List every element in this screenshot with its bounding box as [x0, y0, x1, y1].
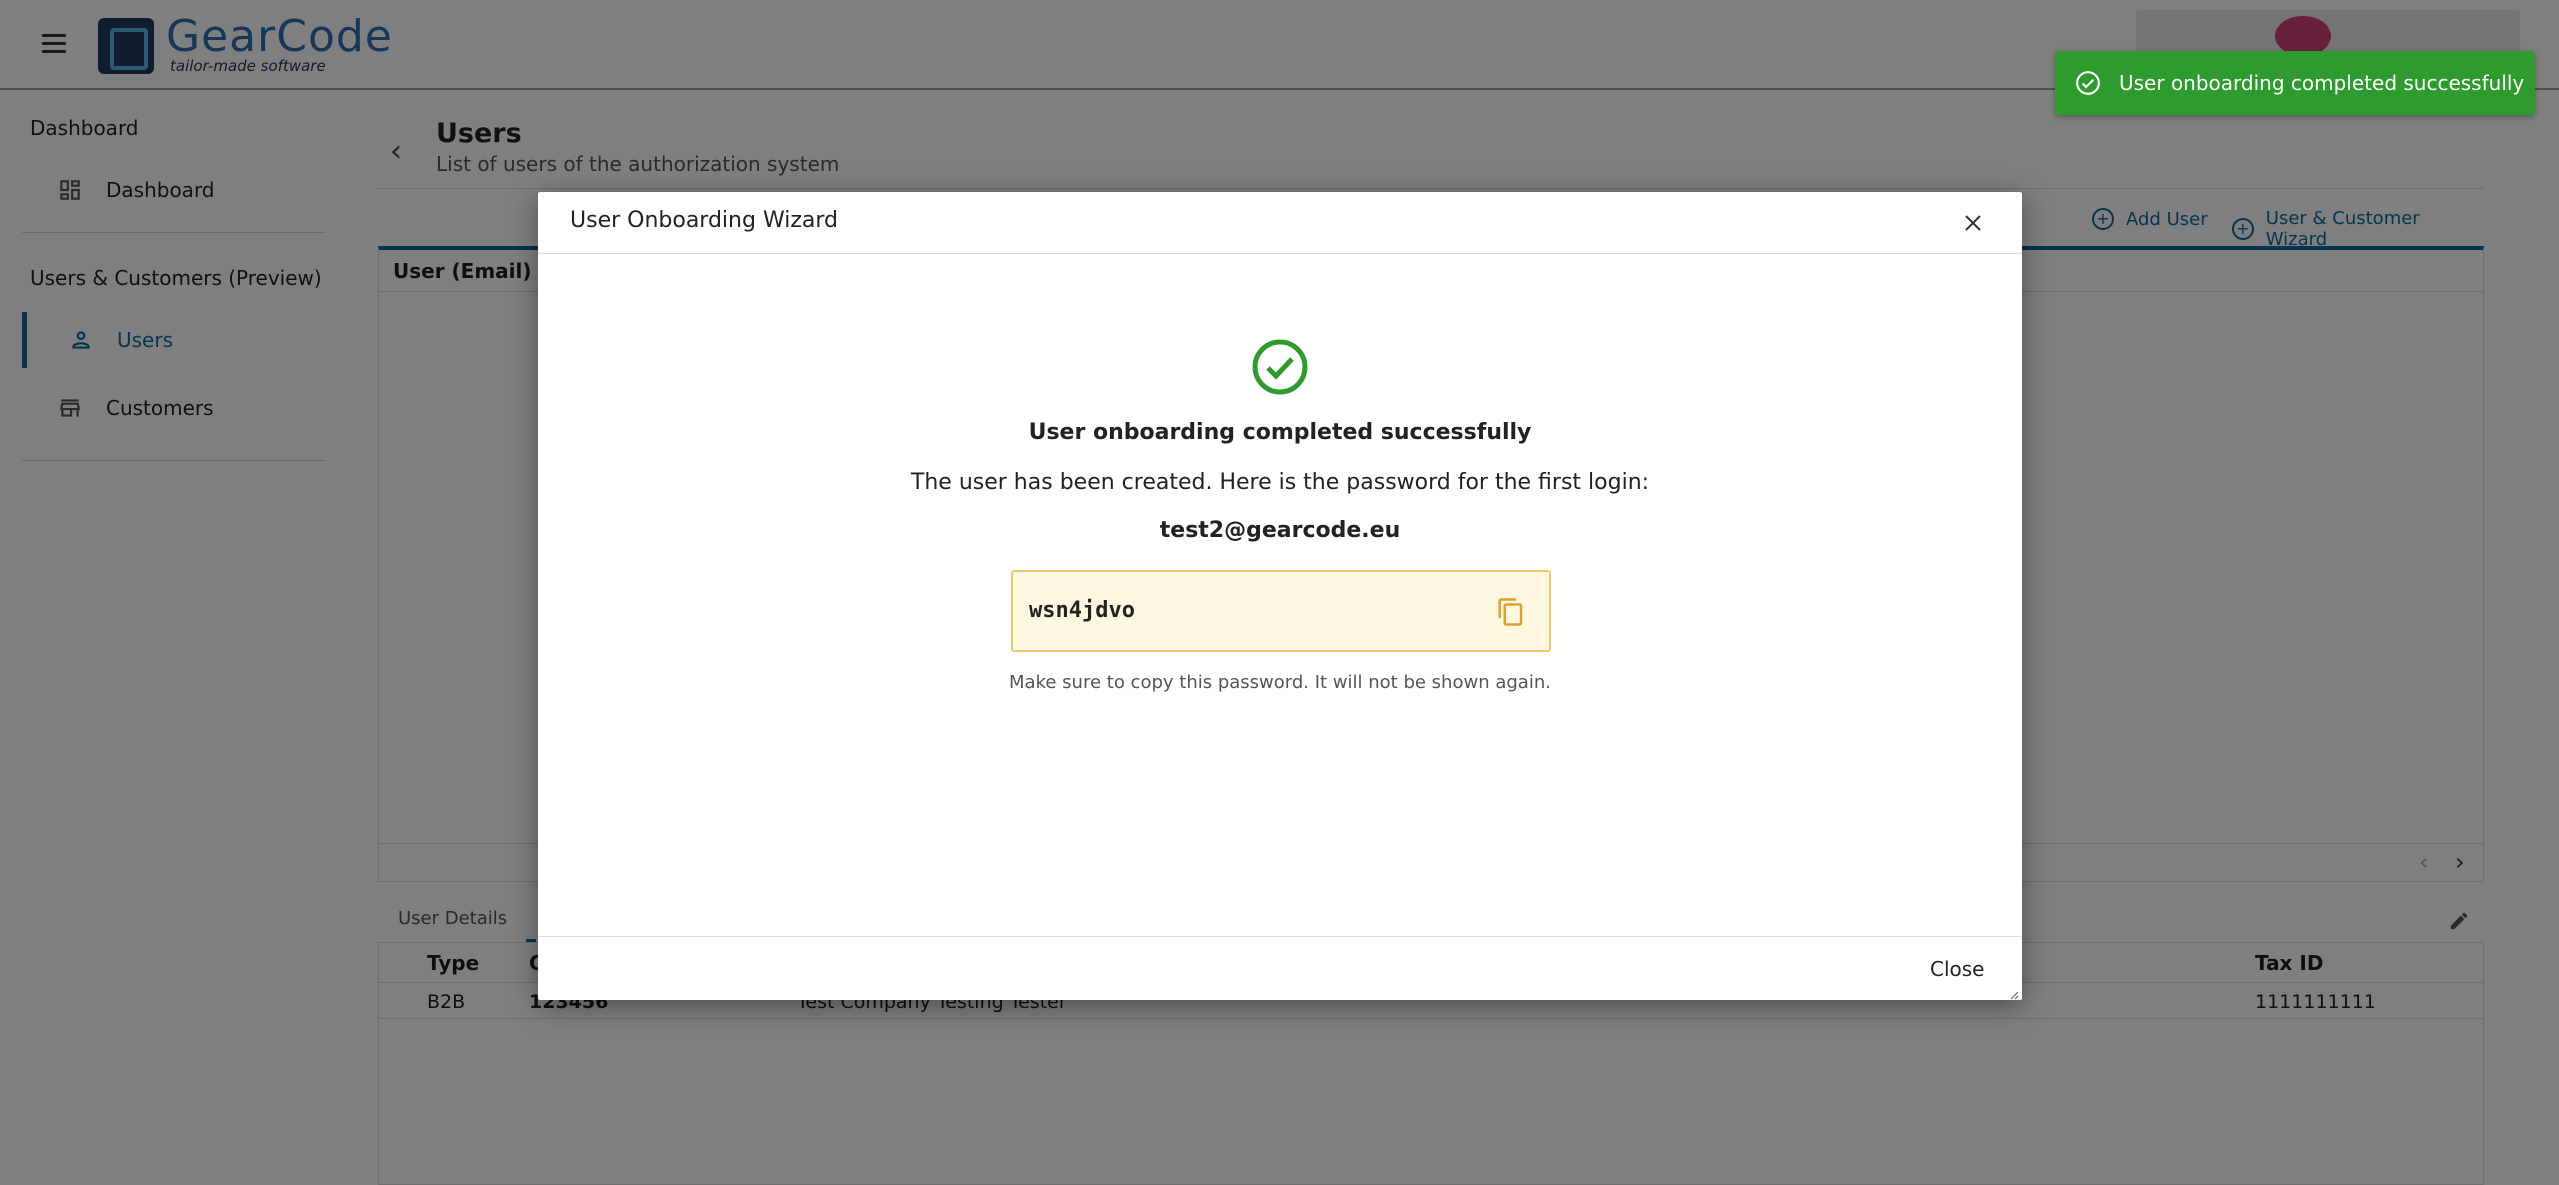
success-toast: User onboarding completed successfully — [2055, 51, 2535, 115]
password-hint: Make sure to copy this password. It will… — [1009, 672, 1551, 693]
user-email: test2@gearcode.eu — [1159, 518, 1401, 543]
success-message: The user has been created. Here is the p… — [910, 470, 1650, 495]
close-button[interactable]: Close — [1924, 953, 1990, 985]
check-circle-icon — [2075, 70, 2101, 96]
success-check-icon — [1251, 338, 1309, 396]
dialog-body: User onboarding completed successfully T… — [538, 254, 2022, 874]
resize-handle-icon[interactable] — [2007, 985, 2019, 1000]
password-box: wsn4jdvo — [1011, 570, 1551, 652]
dialog-footer: Close — [538, 936, 2022, 1000]
toast-message: User onboarding completed successfully — [2119, 71, 2525, 95]
success-title: User onboarding completed successfully — [1028, 420, 1532, 445]
copy-icon[interactable] — [1493, 594, 1529, 630]
dialog-header: User Onboarding Wizard — [538, 192, 2022, 254]
dialog-title: User Onboarding Wizard — [570, 208, 838, 233]
close-icon[interactable] — [1958, 208, 1988, 238]
onboarding-wizard-dialog: User Onboarding Wizard User onboarding c… — [538, 192, 2022, 1000]
password-value[interactable]: wsn4jdvo — [1029, 598, 1135, 623]
